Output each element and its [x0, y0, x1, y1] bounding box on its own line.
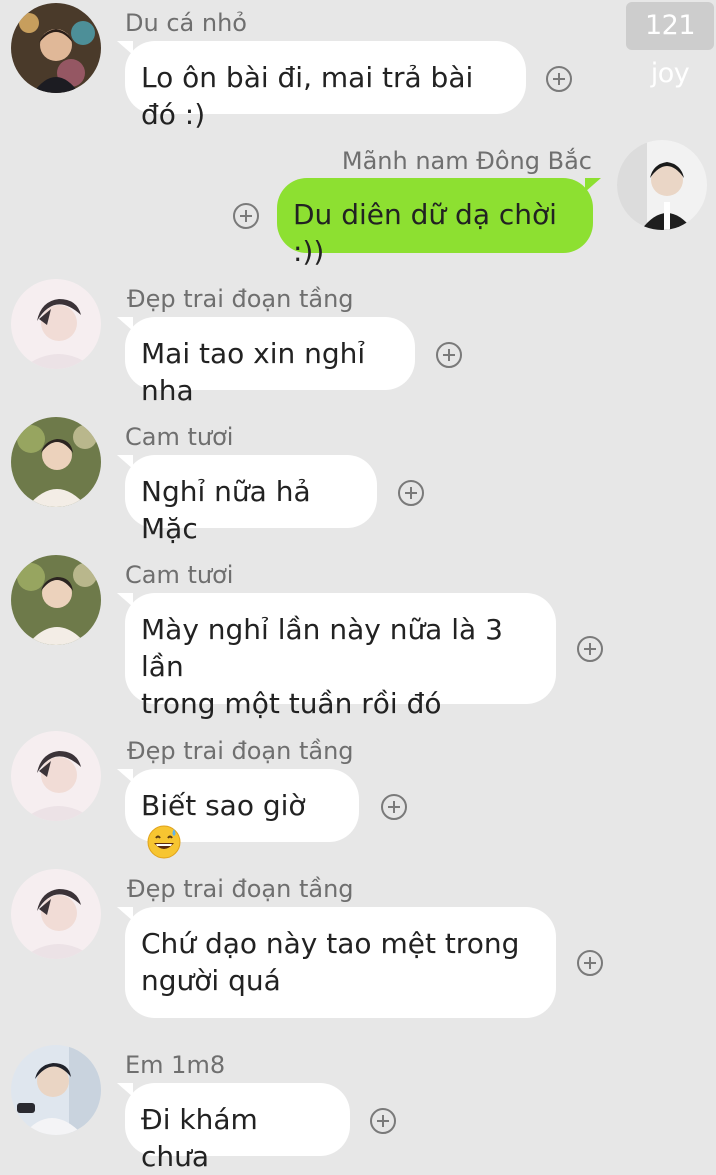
- message-bubble[interactable]: Đi khám chưa: [117, 1083, 350, 1173]
- watermark: 121 joy: [626, 2, 714, 89]
- add-reaction-icon[interactable]: [436, 342, 462, 368]
- message-text: Lo ôn bài đi, mai trả bài đó :): [141, 61, 474, 131]
- sender-name: Cam tươi: [125, 423, 234, 451]
- message-text: Biết sao giờ: [141, 789, 306, 822]
- avatar-du-ca-nho: [11, 3, 101, 93]
- avatar[interactable]: [11, 1045, 101, 1135]
- avatar[interactable]: [11, 869, 101, 959]
- message-bubble[interactable]: Chứ dạo này tao mệt trong người quá: [117, 907, 556, 1018]
- message-text-line: Chứ dạo này tao mệt trong: [141, 927, 520, 960]
- message-bubble[interactable]: Lo ôn bài đi, mai trả bài đó :): [117, 41, 526, 131]
- message-text: Mai tao xin nghỉ nha: [141, 337, 366, 407]
- sender-name: Em 1m8: [125, 1051, 226, 1079]
- avatar[interactable]: [11, 279, 101, 369]
- sender-name: Mãnh nam Đông Bắc: [341, 147, 592, 175]
- add-reaction-icon[interactable]: [577, 636, 603, 662]
- add-reaction-icon[interactable]: [398, 480, 424, 506]
- message-text-line: Mày nghỉ lần này nữa là 3 lần: [141, 613, 503, 683]
- message-bubble[interactable]: Du diên dữ dạ chời :)): [277, 178, 601, 268]
- avatar[interactable]: [11, 3, 101, 93]
- message-bubble[interactable]: Mai tao xin nghỉ nha: [117, 317, 415, 407]
- message-bubble[interactable]: Biết sao giờ: [117, 769, 359, 859]
- avatar-dep-trai-doan-tang: [11, 279, 101, 369]
- avatar-cam-tuoi: [11, 555, 101, 645]
- message-text-line: người quá: [141, 964, 281, 997]
- grinning-sweat-emoji: [147, 825, 181, 868]
- avatar-dep-trai-doan-tang: [11, 731, 101, 821]
- message-text: Nghỉ nữa hả Mặc: [141, 475, 311, 545]
- sender-name: Đẹp trai đoạn tầng: [127, 285, 354, 313]
- avatar-manh-nam-dong-bac: [617, 140, 707, 230]
- avatar[interactable]: [617, 140, 707, 230]
- sender-name: Du cá nhỏ: [125, 9, 247, 37]
- add-reaction-icon[interactable]: [233, 203, 259, 229]
- avatar-em-1m8: [11, 1045, 101, 1135]
- avatar[interactable]: [11, 417, 101, 507]
- avatar[interactable]: [11, 555, 101, 645]
- add-reaction-icon[interactable]: [546, 66, 572, 92]
- sender-name: Đẹp trai đoạn tầng: [127, 737, 354, 765]
- sender-name: Đẹp trai đoạn tầng: [127, 875, 354, 903]
- avatar-dep-trai-doan-tang: [11, 869, 101, 959]
- message-text: Đi khám chưa: [141, 1103, 258, 1173]
- avatar[interactable]: [11, 731, 101, 821]
- avatar-cam-tuoi: [11, 417, 101, 507]
- message-text-line: trong một tuần rồi đó: [141, 687, 442, 720]
- message-text: Du diên dữ dạ chời :)): [293, 198, 557, 268]
- add-reaction-icon[interactable]: [381, 794, 407, 820]
- add-reaction-icon[interactable]: [370, 1108, 396, 1134]
- message-bubble[interactable]: Nghỉ nữa hả Mặc: [117, 455, 377, 545]
- sender-name: Cam tươi: [125, 561, 234, 589]
- add-reaction-icon[interactable]: [577, 950, 603, 976]
- message-bubble[interactable]: Mày nghỉ lần này nữa là 3 lần trong một …: [117, 593, 556, 720]
